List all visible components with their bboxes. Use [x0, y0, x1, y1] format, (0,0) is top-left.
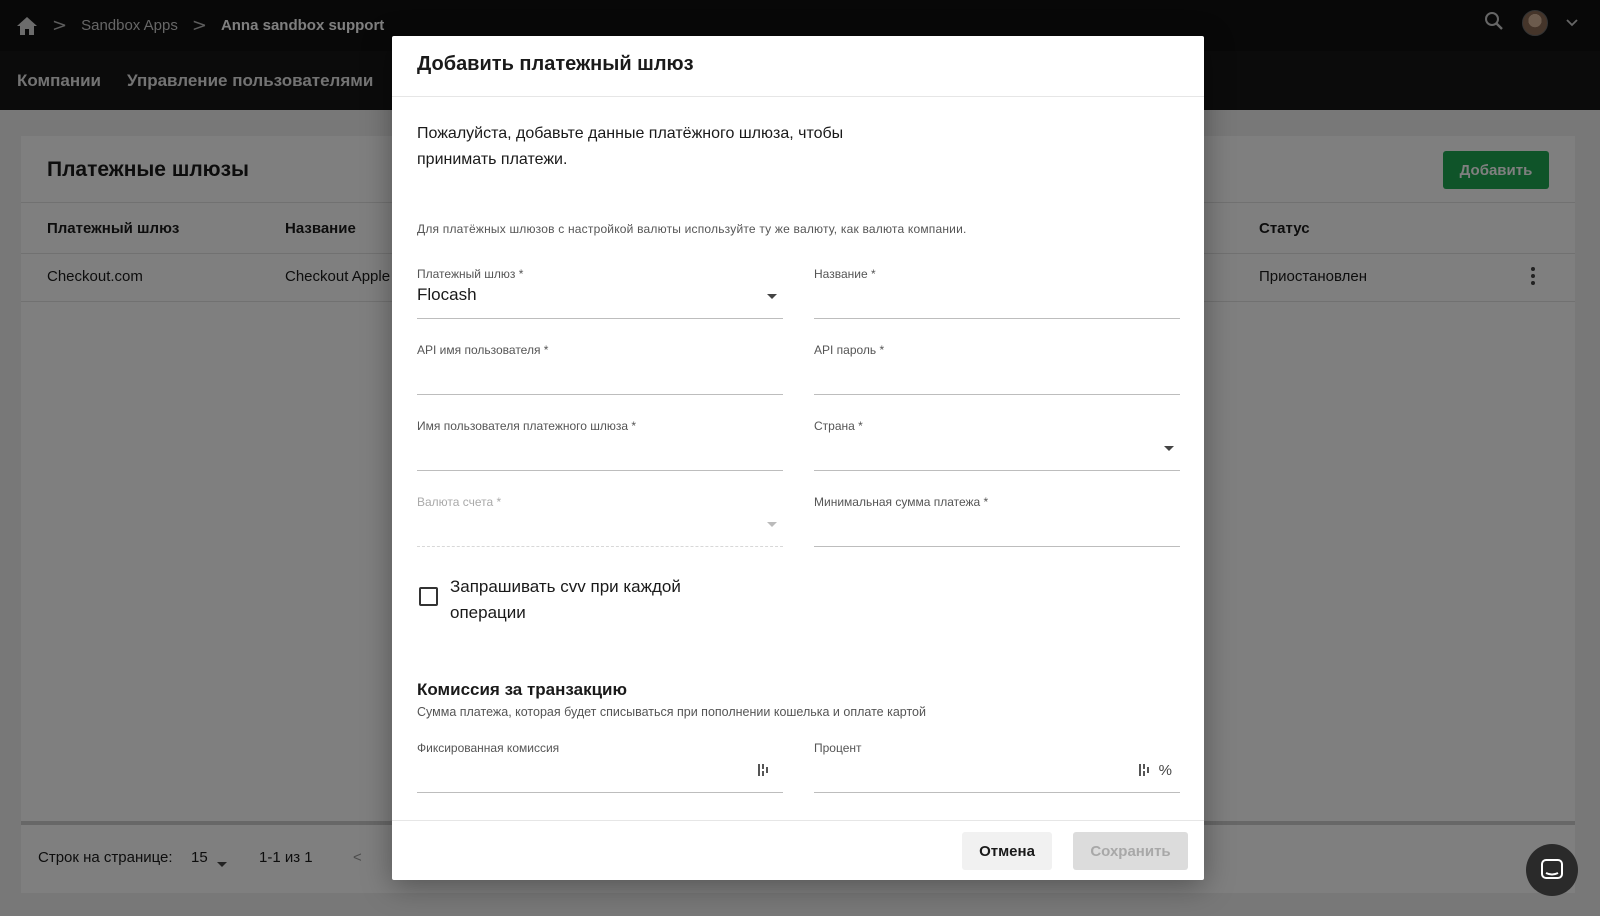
percent-input[interactable]: Процент %: [814, 741, 1180, 793]
account-currency-select[interactable]: Валюта счета *: [417, 495, 783, 547]
cvv-checkbox[interactable]: [419, 587, 438, 606]
country-select[interactable]: Страна *: [814, 419, 1180, 471]
name-label: Название *: [814, 267, 876, 281]
fixed-fee-input[interactable]: Фиксированная комиссия: [417, 741, 783, 793]
chevron-down-icon: [1164, 446, 1174, 451]
gateway-username-input[interactable]: Имя пользователя платежного шлюза *: [417, 419, 783, 471]
gateway-value: Flocash: [417, 285, 477, 304]
number-spinner-icon[interactable]: [1138, 763, 1150, 777]
country-label: Страна *: [814, 419, 863, 433]
api-password-input[interactable]: API пароль *: [814, 343, 1180, 395]
fee-section-title: Комиссия за транзакцию: [417, 680, 628, 699]
gateway-select[interactable]: Платежный шлюз * Flocash: [417, 267, 783, 319]
gateway-username-label: Имя пользователя платежного шлюза *: [417, 419, 637, 433]
dialog-title: Добавить платежный шлюз: [392, 36, 1204, 97]
cancel-button[interactable]: Отмена: [962, 832, 1052, 870]
chat-icon[interactable]: [1526, 844, 1578, 896]
min-amount-label: Минимальная сумма платежа *: [814, 495, 989, 509]
chevron-down-icon: [767, 294, 777, 299]
dialog-footer: Отмена Сохранить: [392, 820, 1204, 880]
currency-hint: Для платёжных шлюзов с настройкой валюты…: [417, 222, 967, 236]
cvv-checkbox-label[interactable]: Запрашивать cvv при каждой операции: [450, 574, 730, 626]
add-gateway-dialog: Добавить платежный шлюз Пожалуйста, доба…: [392, 36, 1204, 880]
account-currency-label: Валюта счета *: [417, 495, 502, 509]
percent-suffix: %: [1158, 762, 1172, 779]
save-button[interactable]: Сохранить: [1073, 832, 1188, 870]
api-password-label: API пароль *: [814, 343, 885, 357]
chevron-down-icon: [767, 522, 777, 527]
number-spinner-icon[interactable]: [757, 763, 769, 777]
api-username-label: API имя пользователя *: [417, 343, 549, 357]
fee-section-hint: Сумма платежа, которая будет списываться…: [417, 705, 926, 719]
gateway-label: Платежный шлюз *: [417, 267, 524, 281]
dialog-intro: Пожалуйста, добавьте данные платёжного ш…: [417, 125, 844, 168]
name-input[interactable]: Название *: [814, 267, 1180, 319]
api-username-input[interactable]: API имя пользователя *: [417, 343, 783, 395]
percent-label: Процент: [814, 741, 862, 755]
min-amount-input[interactable]: Минимальная сумма платежа *: [814, 495, 1180, 547]
fixed-fee-label: Фиксированная комиссия: [417, 741, 560, 755]
